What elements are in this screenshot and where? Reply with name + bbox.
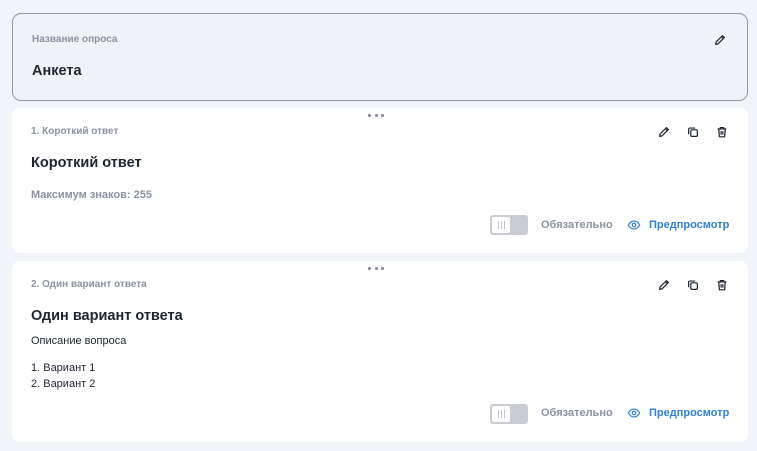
- preview-label: Предпросмотр: [649, 407, 730, 419]
- required-toggle[interactable]: [490, 215, 528, 235]
- trash-icon[interactable]: [714, 277, 730, 293]
- survey-editor: Название опроса Анкета 1. Короткий ответ: [0, 0, 757, 451]
- question-header: 2. Один вариант ответа: [31, 279, 147, 290]
- required-toggle[interactable]: [490, 404, 528, 424]
- trash-icon[interactable]: [714, 124, 730, 140]
- question-title: Короткий ответ: [31, 155, 142, 171]
- pencil-icon[interactable]: [712, 32, 728, 48]
- required-label: Обязательно: [541, 407, 613, 419]
- question-description: Описание вопроса: [31, 335, 127, 347]
- pencil-icon[interactable]: [656, 277, 672, 293]
- question-card-1[interactable]: 1. Короткий ответ Короткий ответ Максиму…: [12, 108, 748, 253]
- question-title: Один вариант ответа: [31, 308, 183, 324]
- pencil-icon[interactable]: [656, 124, 672, 140]
- preview-label: Предпросмотр: [649, 219, 730, 231]
- question-header: 1. Короткий ответ: [31, 126, 119, 137]
- eye-icon: [627, 408, 641, 418]
- preview-button[interactable]: Предпросмотр: [627, 218, 729, 232]
- option-item: 1. Вариант 1: [31, 362, 96, 374]
- survey-name-value: Анкета: [32, 63, 82, 79]
- max-chars-label: Максимум знаков: 255: [31, 189, 152, 201]
- drag-handle-icon[interactable]: [368, 265, 384, 271]
- required-label: Обязательно: [541, 219, 613, 231]
- drag-handle-icon[interactable]: [368, 112, 384, 118]
- copy-icon[interactable]: [685, 277, 701, 293]
- copy-icon[interactable]: [685, 124, 701, 140]
- survey-name-label: Название опроса: [32, 34, 118, 45]
- preview-button[interactable]: Предпросмотр: [627, 406, 729, 420]
- option-item: 2. Вариант 2: [31, 378, 96, 390]
- eye-icon: [627, 220, 641, 230]
- question-card-2[interactable]: 2. Один вариант ответа Один вариант отве…: [12, 261, 748, 442]
- survey-name-card[interactable]: Название опроса Анкета: [12, 13, 748, 101]
